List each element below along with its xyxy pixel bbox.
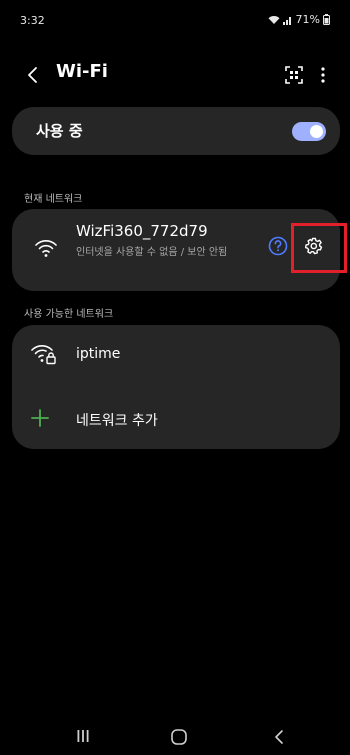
- help-circle-icon[interactable]: [268, 236, 288, 256]
- back-arrow-icon[interactable]: [22, 64, 44, 86]
- current-network-header: 현재 네트워크: [24, 194, 83, 205]
- recents-icon[interactable]: [76, 728, 90, 744]
- app-bar: Wi-Fi: [0, 56, 350, 96]
- wifi-icon: [34, 237, 58, 259]
- plus-icon: [30, 408, 50, 428]
- home-icon[interactable]: [170, 728, 188, 746]
- current-network-card[interactable]: WizFi360_772d79 인터넷을 사용할 수 없음 / 보안 안됨: [12, 209, 340, 291]
- toggle-label: 사용 중: [36, 122, 83, 140]
- wifi-settings-screen: 3:32 71% Wi-Fi 사용 중 현재 네트워크 WizFi360_772…: [0, 0, 350, 755]
- wifi-toggle-switch[interactable]: [292, 122, 326, 141]
- wifi-lock-icon: [30, 342, 58, 366]
- available-networks-header: 사용 가능한 네트워크: [24, 309, 114, 320]
- status-time: 3:32: [20, 14, 45, 27]
- battery-percent: 71%: [295, 13, 320, 26]
- network-name: iptime: [76, 346, 121, 362]
- cell-signal-icon: [282, 15, 293, 25]
- add-network-button[interactable]: 네트워크 추가: [12, 391, 340, 447]
- wifi-master-toggle-row[interactable]: 사용 중: [12, 107, 340, 155]
- network-item-iptime[interactable]: iptime: [12, 325, 340, 381]
- gear-icon[interactable]: [304, 236, 324, 256]
- current-network-name: WizFi360_772d79: [76, 222, 208, 240]
- more-vertical-icon[interactable]: [317, 64, 329, 86]
- available-networks-card: iptime 네트워크 추가: [12, 325, 340, 449]
- wifi-signal-icon: [268, 15, 280, 25]
- current-network-status: 인터넷을 사용할 수 없음 / 보안 안됨: [76, 247, 228, 258]
- toggle-knob: [310, 125, 323, 138]
- battery-icon: [323, 14, 330, 25]
- add-network-label: 네트워크 추가: [76, 413, 158, 429]
- nav-back-icon[interactable]: [273, 728, 285, 746]
- navigation-bar: [0, 720, 350, 755]
- status-bar: 3:32 71%: [0, 0, 350, 34]
- qr-scan-icon[interactable]: [283, 64, 305, 86]
- page-title: Wi-Fi: [56, 61, 108, 82]
- status-indicators: 71%: [268, 13, 330, 26]
